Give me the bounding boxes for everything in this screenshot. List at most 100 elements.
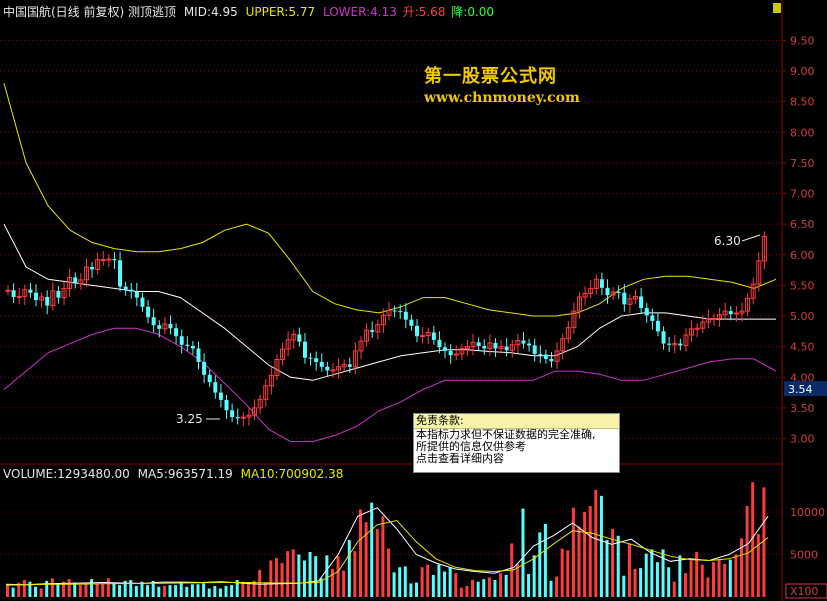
candle-body (437, 339, 442, 348)
volume-bar (667, 567, 671, 597)
upper-value: UPPER:5.77 (245, 5, 316, 19)
candle-body (409, 319, 414, 326)
high-price-pointer (741, 234, 761, 242)
volume-bar (420, 567, 424, 597)
candle-body (90, 267, 95, 270)
volume-bar (246, 582, 250, 597)
candle-body (5, 289, 11, 292)
volume-bar (56, 583, 60, 597)
volume-bar (196, 584, 200, 597)
candle-body (370, 330, 375, 332)
candle-body (302, 341, 307, 358)
candle-body (213, 382, 218, 393)
candle-body (112, 259, 117, 261)
mid-band-line (3, 223, 776, 381)
rise-value: 升:5.68 (402, 5, 446, 19)
volume-bar (174, 585, 178, 597)
candle-body (599, 279, 604, 288)
volume-bar (78, 585, 82, 597)
volume-bar (22, 580, 26, 597)
volume-bar (443, 571, 447, 597)
volume-bar (112, 582, 116, 597)
ma5-value: MA5:963571.19 (137, 467, 233, 481)
volume-bar (431, 574, 435, 597)
low-price-label: 3.25 (176, 412, 203, 426)
candle-body (538, 353, 543, 355)
candle-body (123, 286, 128, 290)
volume-bar (504, 574, 508, 597)
candle-body (482, 346, 487, 349)
volume-bar (202, 583, 206, 597)
volume-bar (583, 512, 587, 597)
mid-value: MID:4.95 (183, 5, 238, 19)
volume-bar (213, 585, 217, 597)
volume-bar (39, 588, 43, 597)
volume-bar (336, 556, 340, 597)
volume-bar (683, 573, 687, 597)
price-tick-label: 8.00 (790, 126, 815, 139)
volume-bar (263, 582, 267, 597)
volume-bar (392, 572, 396, 597)
candle-body (678, 343, 683, 346)
candle-body (543, 354, 548, 359)
disclaimer-box[interactable]: 免责条款: 本指标力求但不保证数据的完全准确, 所提供的信息仅供参考 点击查看详… (413, 413, 620, 473)
price-tick-label: 7.50 (790, 157, 815, 170)
volume-bar (717, 559, 721, 597)
candle-body (616, 292, 621, 294)
candle-body (34, 292, 39, 301)
volume-bar (577, 526, 581, 597)
price-tick-label: 6.50 (790, 218, 815, 231)
volume-bar (185, 586, 189, 597)
volume-bar (358, 509, 362, 597)
volume-tick-label: 10000 (790, 506, 825, 519)
volume-bar (403, 566, 407, 597)
candle-body (185, 344, 190, 347)
volume-bar (370, 502, 374, 597)
volume-bar (521, 508, 525, 597)
volume-bar (230, 585, 234, 597)
candle-body (28, 289, 33, 293)
stock-name-label: 中国国航(日线 前复权) 测顶逃顶 (3, 5, 176, 19)
price-tick-label: 6.00 (790, 249, 815, 262)
volume-bar (723, 563, 727, 597)
candle-body (319, 361, 324, 367)
volume-bar (84, 584, 88, 597)
candle-body (330, 369, 336, 372)
price-tick-label: 4.50 (790, 341, 815, 354)
volume-bar (734, 554, 738, 597)
volume-bar (527, 574, 531, 597)
volume-bar (476, 581, 480, 597)
volume-bar (67, 579, 71, 597)
volume-bar (487, 577, 491, 597)
volume-bar (146, 585, 150, 597)
volume-bar (291, 549, 295, 597)
candle-body (448, 350, 453, 356)
candle-body (728, 311, 733, 315)
volume-bar (34, 586, 38, 597)
price-tick-label: 8.50 (790, 96, 815, 109)
candle-body (398, 311, 403, 313)
disclaimer-link[interactable]: 点击查看详细内容 (414, 453, 619, 465)
candle-body (622, 292, 627, 305)
price-tick-label: 5.50 (790, 279, 815, 292)
volume-bar (157, 586, 161, 597)
volume-bar (644, 553, 648, 597)
candle-body (661, 331, 666, 344)
volume-tick-label: 5000 (790, 549, 818, 562)
volume-unit-label: X100 (790, 585, 819, 598)
candle-body (639, 296, 644, 309)
volume-bar (543, 523, 547, 597)
candle-body (493, 342, 498, 349)
candle-body (73, 277, 78, 284)
volume-bar (409, 583, 413, 597)
candle-body (129, 289, 134, 292)
volume-bar (633, 568, 637, 597)
volume-bar (622, 575, 626, 597)
volume-bar (353, 551, 357, 597)
volume-bar (672, 581, 676, 597)
volume-bar (454, 573, 458, 597)
candle-body (650, 315, 655, 321)
candle-body (202, 361, 207, 375)
price-volume-chart[interactable]: 3.003.504.004.505.005.506.006.507.007.50… (0, 0, 827, 601)
volume-bar (555, 576, 559, 597)
